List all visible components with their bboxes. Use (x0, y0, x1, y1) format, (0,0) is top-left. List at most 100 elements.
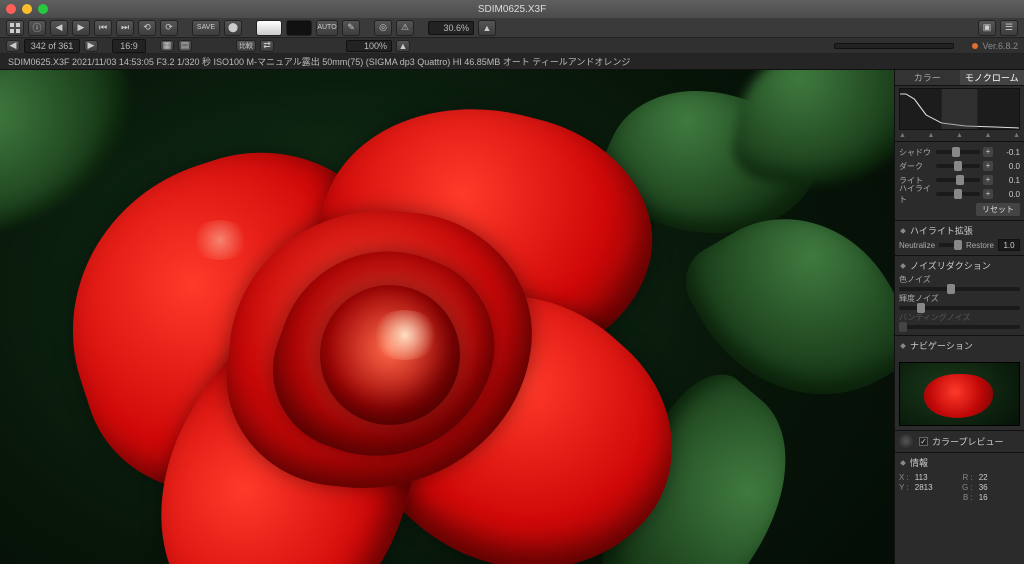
wb-black-button[interactable] (286, 20, 312, 36)
loupe-button[interactable]: ◎ (374, 20, 392, 36)
version-label: Ver.6.8.2 (972, 41, 1018, 51)
main-toolbar: ⓘ ◀ ▶ ⏮ ⏭ ⟲ ⟳ SAVE ⬤ AUTO ✎ ◎ ⚠ 30.6% ▲ … (0, 18, 1024, 38)
thumbnail-grid-button[interactable] (6, 20, 24, 36)
link-button[interactable]: ⇄ (260, 40, 274, 52)
info-section: 情報 X :113 R :22 Y :2813 G :36 B :16 (895, 452, 1024, 508)
info-title: 情報 (899, 456, 1020, 469)
window-controls (6, 4, 48, 14)
hl-expand-value: 1.0 (998, 239, 1020, 251)
light-step-button[interactable]: + (983, 175, 993, 185)
luma-noise-row: 輝度ノイズ (899, 293, 1020, 310)
aspect-field[interactable]: 16:9 (112, 39, 146, 53)
zoom-primary-value: 30.6% (443, 23, 469, 33)
info-readout: X :113 R :22 Y :2813 G :36 B :16 (899, 471, 1020, 504)
eyedropper-button[interactable]: ✎ (342, 20, 360, 36)
shadow-slider[interactable] (936, 150, 980, 154)
compare-button[interactable]: 比較 (236, 40, 256, 52)
highlight-tone-value: 0.0 (996, 190, 1020, 199)
highlight-tone-slider[interactable] (936, 192, 980, 196)
tag-button[interactable]: ⬤ (224, 20, 242, 36)
preview-section: ✓カラープレビュー (895, 430, 1024, 452)
banding-noise-row: バンディングノイズ (899, 312, 1020, 329)
noise-section: ノイズリダクション 色ノイズ 輝度ノイズ バンディングノイズ (895, 255, 1024, 335)
hl-expand-slider[interactable] (954, 240, 962, 250)
close-window-button[interactable] (6, 4, 16, 14)
highlight-expand-section: ハイライト拡張 Neutralize Restore 1.0 (895, 220, 1024, 255)
save-button[interactable]: SAVE (192, 20, 220, 36)
highlight-step-button[interactable]: + (983, 189, 993, 199)
side-panel: カラー モノクローム ▲▲▲▲▲ シャドウ + -0.1 ダーク + 0.0 (894, 70, 1024, 564)
prev-nav-button[interactable]: ◀ (50, 20, 68, 36)
panel-toggle-button[interactable]: ▣ (978, 20, 996, 36)
banding-noise-label: バンディングノイズ (899, 312, 1020, 323)
last-button[interactable]: ⏭ (116, 20, 134, 36)
wb-white-button[interactable] (256, 20, 282, 36)
image-viewer[interactable] (0, 70, 894, 564)
navigation-title: ナビゲーション (899, 339, 1020, 352)
navigator-thumbnail[interactable] (899, 362, 1020, 426)
zoom-secondary-field[interactable]: 100% (346, 40, 392, 52)
tab-color[interactable]: カラー (895, 70, 960, 86)
luma-noise-slider[interactable] (899, 306, 1020, 310)
rotate-ccw-button[interactable]: ⟲ (138, 20, 156, 36)
tone-reset-button[interactable]: リセット (976, 203, 1020, 216)
zoom-primary-field[interactable]: 30.6% (428, 21, 474, 35)
window-title: SDIM0625.X3F (0, 4, 1024, 15)
tab-monochrome[interactable]: モノクローム (960, 70, 1024, 86)
maximize-window-button[interactable] (38, 4, 48, 14)
window-titlebar: SDIM0625.X3F (0, 0, 1024, 18)
secondary-toolbar: ◀ 342 of 361 ▶ 16:9 ▦ ▤ 比較 ⇄ 100% ▲ Ver.… (0, 38, 1024, 54)
dark-step-button[interactable]: + (983, 161, 993, 171)
zoom-secondary-value: 100% (364, 41, 387, 51)
first-button[interactable]: ⏮ (94, 20, 112, 36)
dark-label: ダーク (899, 161, 933, 172)
chroma-noise-slider[interactable] (899, 287, 1020, 291)
noise-title: ノイズリダクション (899, 259, 1020, 272)
restore-label: Restore (966, 241, 994, 250)
shadow-slider-row: シャドウ + -0.1 (899, 145, 1020, 159)
color-mode-tabs: カラー モノクローム (895, 70, 1024, 86)
main-body: カラー モノクローム ▲▲▲▲▲ シャドウ + -0.1 ダーク + 0.0 (0, 70, 1024, 564)
shadow-value: -0.1 (996, 148, 1020, 157)
highlight-expand-title: ハイライト拡張 (899, 224, 1020, 237)
next-nav-button[interactable]: ▶ (72, 20, 90, 36)
chroma-noise-row: 色ノイズ (899, 274, 1020, 291)
mode-b-button[interactable]: ▤ (178, 40, 192, 52)
dark-slider[interactable] (936, 164, 980, 168)
auto-button[interactable]: AUTO (316, 20, 338, 36)
mode-a-button[interactable]: ▦ (160, 40, 174, 52)
dark-slider-row: ダーク + 0.0 (899, 159, 1020, 173)
minimize-window-button[interactable] (22, 4, 32, 14)
histogram-handles[interactable]: ▲▲▲▲▲ (895, 132, 1024, 139)
banding-noise-slider (899, 325, 1020, 329)
shadow-step-button[interactable]: + (983, 147, 993, 157)
warning-dot-icon (899, 434, 913, 448)
image-canvas (0, 70, 894, 564)
image-counter-value: 342 of 361 (31, 41, 74, 51)
neutralize-label: Neutralize (899, 241, 935, 250)
navigator-mini-bar (834, 43, 954, 49)
shadow-label: シャドウ (899, 147, 933, 158)
tone-section: シャドウ + -0.1 ダーク + 0.0 ライト + 0.1 ハイライト + (895, 141, 1024, 220)
prev-image-button[interactable]: ◀ (6, 40, 20, 52)
image-info-line: SDIM0625.X3F 2021/11/03 14:53:05 F3.2 1/… (0, 54, 1024, 70)
navigation-section: ナビゲーション (895, 335, 1024, 358)
light-slider[interactable] (936, 178, 980, 182)
info-button[interactable]: ⓘ (28, 20, 46, 36)
zoom-up-button[interactable]: ▲ (478, 20, 496, 36)
next-image-button[interactable]: ▶ (84, 40, 98, 52)
color-preview-label: カラープレビュー (932, 435, 1003, 448)
chroma-noise-label: 色ノイズ (899, 274, 1020, 285)
highlight-tone-label: ハイライト (899, 183, 933, 205)
settings-button[interactable]: ☰ (1000, 20, 1018, 36)
histogram (899, 88, 1020, 130)
image-info-text: SDIM0625.X3F 2021/11/03 14:53:05 F3.2 1/… (8, 55, 630, 68)
rotate-cw-button[interactable]: ⟳ (160, 20, 178, 36)
color-preview-checkbox[interactable]: ✓カラープレビュー (919, 433, 1003, 450)
aspect-value: 16:9 (120, 41, 138, 51)
highlight-slider-row: ハイライト + 0.0 (899, 187, 1020, 201)
warning-button[interactable]: ⚠ (396, 20, 414, 36)
image-counter-field[interactable]: 342 of 361 (24, 39, 80, 53)
zoom-sec-up-button[interactable]: ▲ (396, 40, 410, 52)
light-value: 0.1 (996, 176, 1020, 185)
